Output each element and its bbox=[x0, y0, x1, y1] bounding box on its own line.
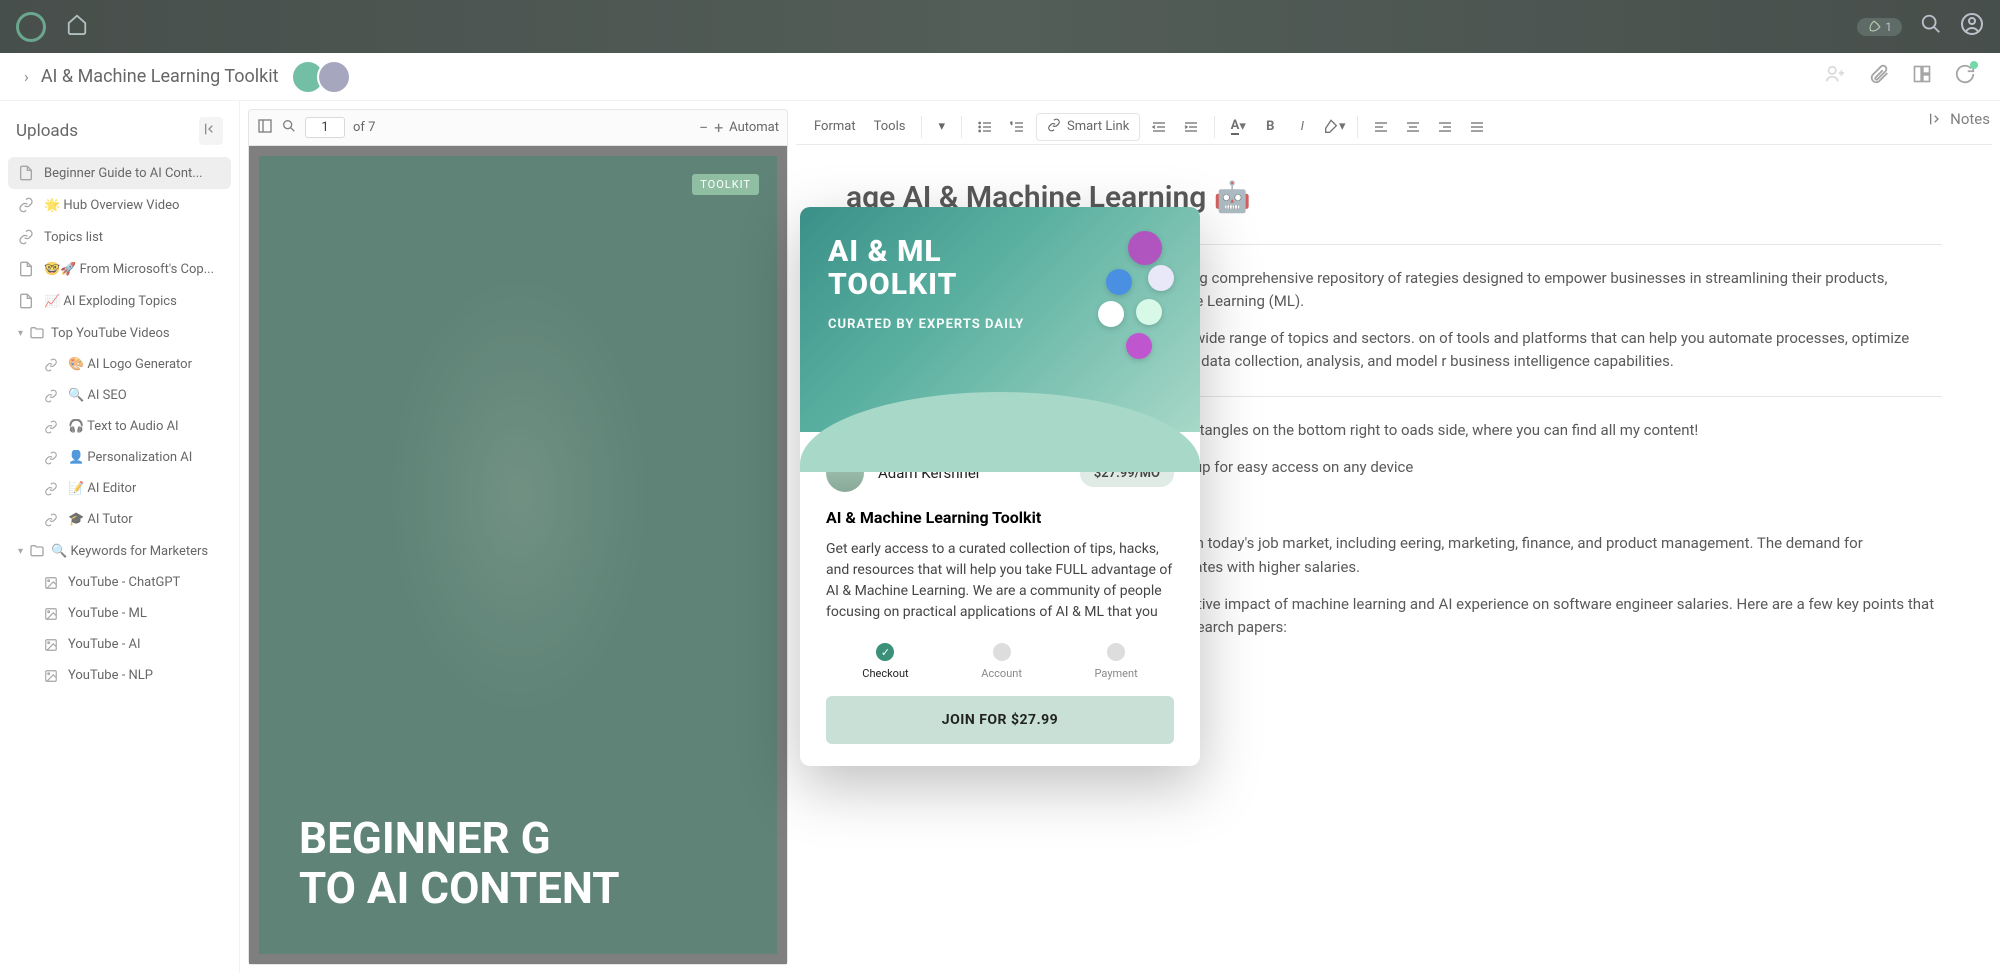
join-button[interactable]: JOIN FOR $27.99 bbox=[826, 696, 1174, 744]
app-icon bbox=[1148, 265, 1174, 291]
step-payment[interactable]: Payment bbox=[1095, 643, 1138, 680]
hero-app-icons bbox=[1082, 225, 1182, 365]
modal-description: Get early access to a curated collection… bbox=[826, 539, 1174, 623]
modal-product-title: AI & Machine Learning Toolkit bbox=[826, 508, 1174, 527]
checkout-modal: AI & ML TOOLKIT CURATED BY EXPERTS DAILY… bbox=[800, 207, 1200, 766]
app-icon bbox=[1106, 269, 1132, 295]
modal-hero: AI & ML TOOLKIT CURATED BY EXPERTS DAILY bbox=[800, 207, 1200, 432]
step-label: Payment bbox=[1095, 667, 1138, 680]
app-icon bbox=[1128, 231, 1162, 265]
step-checkout[interactable]: Checkout bbox=[862, 643, 908, 680]
app-icon bbox=[1098, 301, 1124, 327]
modal-body: Adam Kershner $27.99/MO AI & Machine Lea… bbox=[800, 432, 1200, 766]
step-label: Checkout bbox=[862, 667, 908, 680]
step-label: Account bbox=[981, 667, 1022, 680]
app-icon bbox=[1136, 299, 1162, 325]
step-dot-icon bbox=[1107, 643, 1125, 661]
checkout-steps: Checkout Account Payment bbox=[826, 643, 1174, 680]
step-account[interactable]: Account bbox=[981, 643, 1022, 680]
step-dot-icon bbox=[993, 643, 1011, 661]
step-dot-icon bbox=[876, 643, 894, 661]
modal-overlay[interactable]: AI & ML TOOLKIT CURATED BY EXPERTS DAILY… bbox=[0, 0, 2000, 973]
hero-wave bbox=[800, 392, 1200, 472]
app-icon bbox=[1126, 333, 1152, 359]
